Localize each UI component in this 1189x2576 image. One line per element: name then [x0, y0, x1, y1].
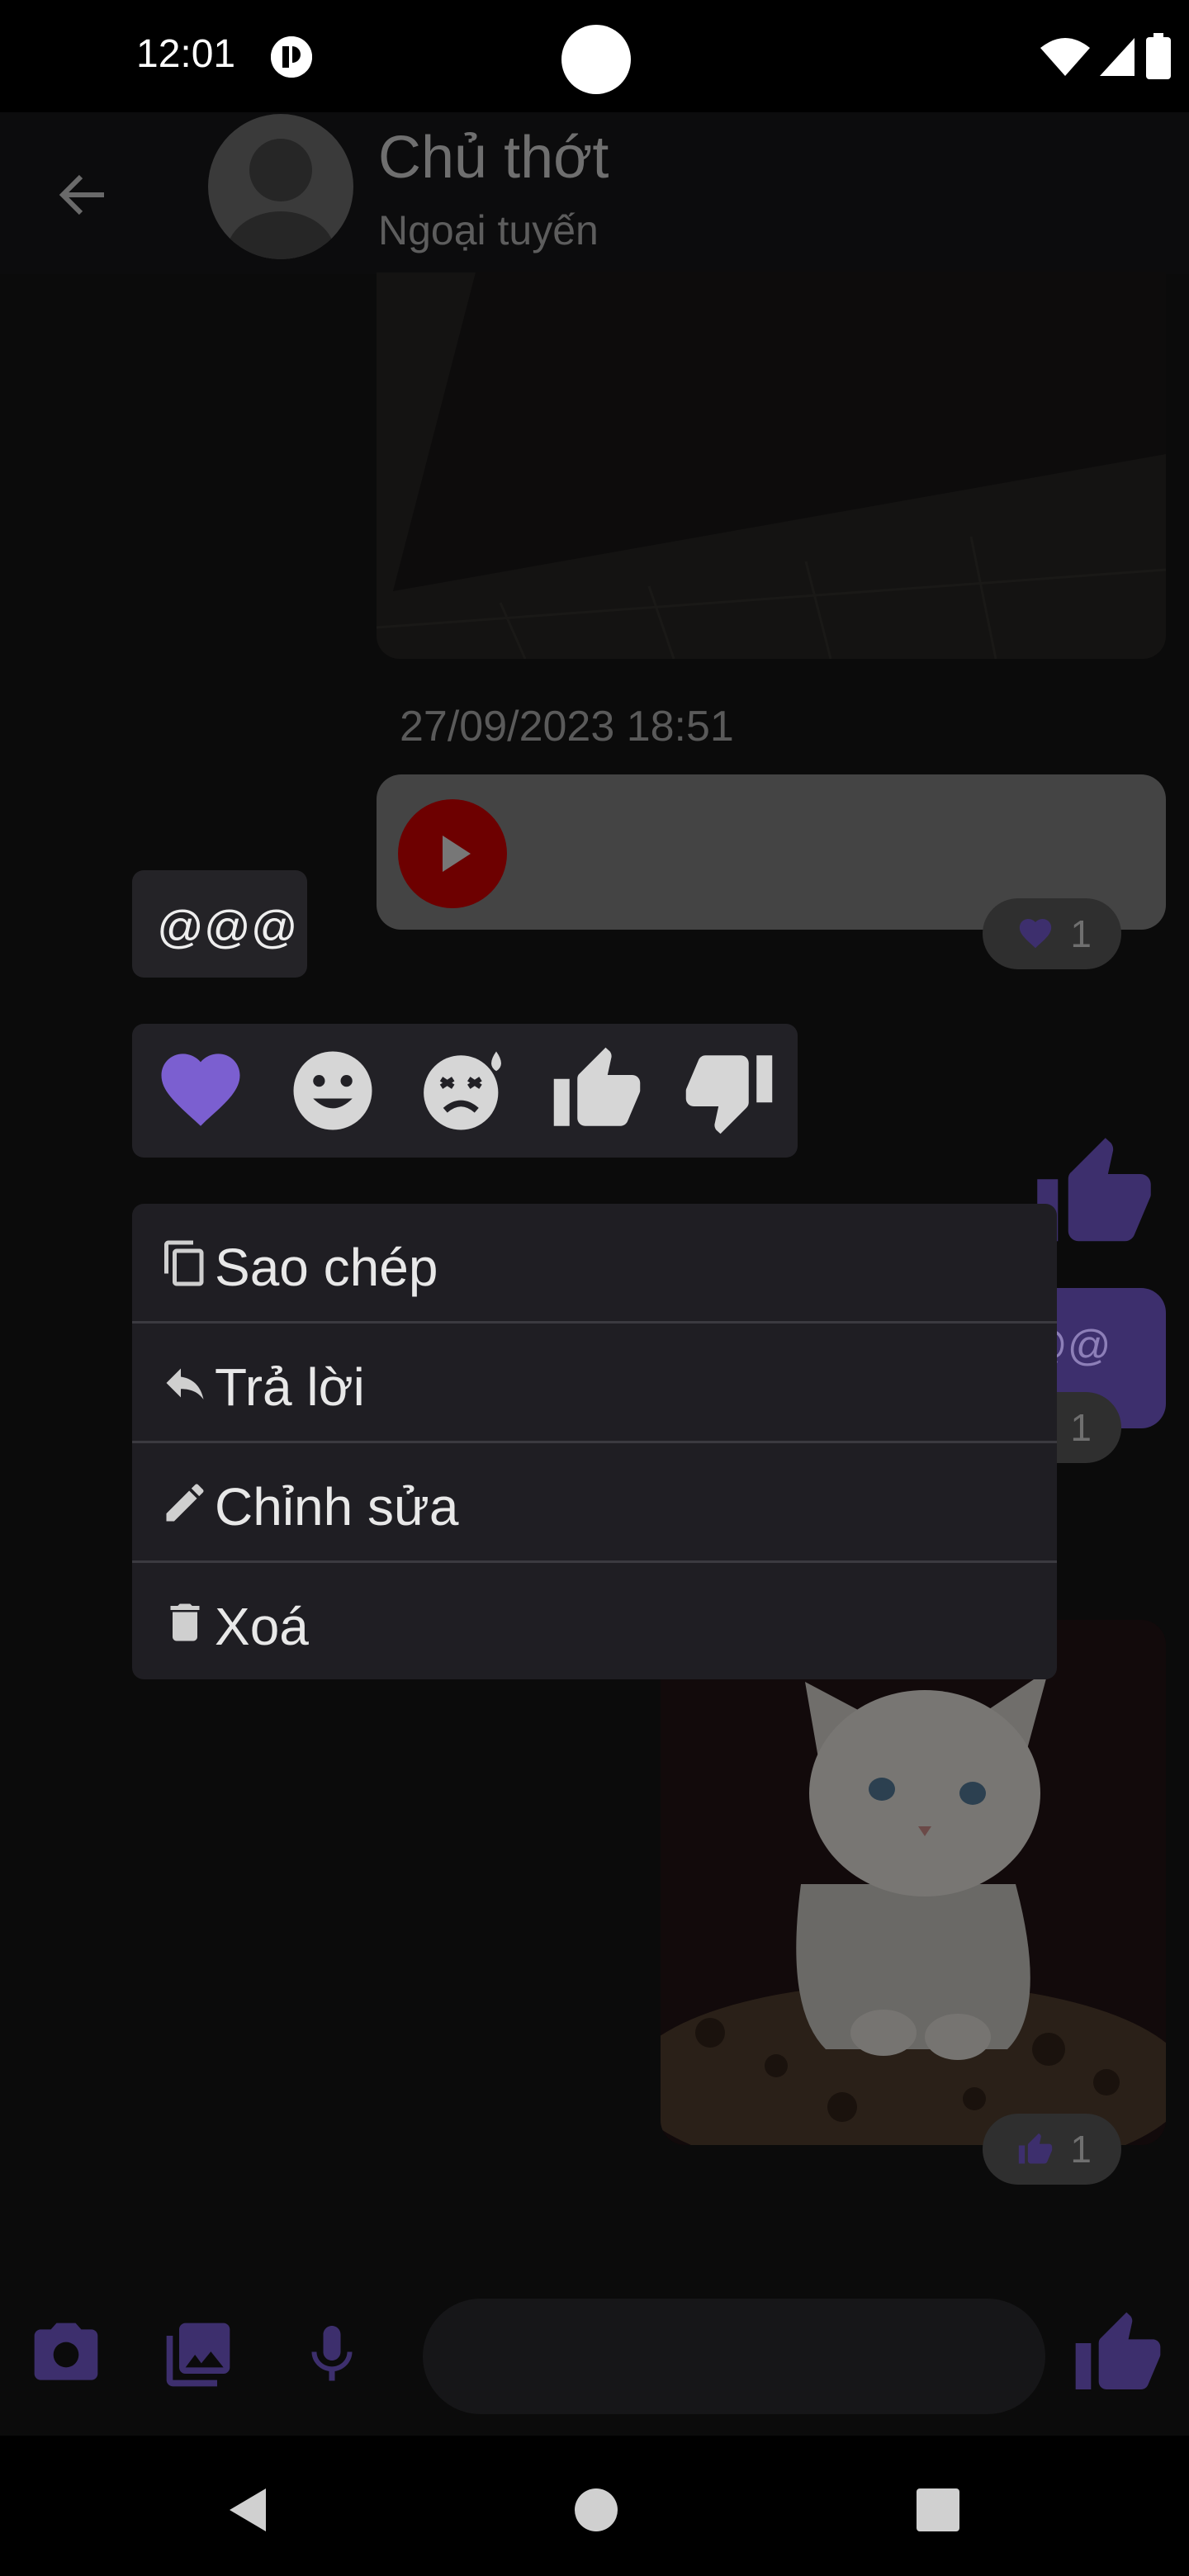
contact-status: Ngoại tuyến [378, 207, 599, 253]
nav-recents-icon[interactable] [915, 2487, 961, 2533]
contact-name: Chủ thớt [378, 125, 609, 191]
reaction-count: 1 [1070, 2128, 1092, 2171]
selected-message-text: @@@ [157, 901, 298, 953]
cat-image-message[interactable] [661, 1620, 1166, 2145]
reaction-chip[interactable]: 1 [983, 898, 1121, 969]
photo-image [377, 272, 1166, 659]
menu-item-copy[interactable]: Sao chép [132, 1204, 1057, 1323]
microphone-icon[interactable] [297, 2317, 367, 2393]
edit-icon [166, 1484, 204, 1522]
image-message[interactable] [377, 272, 1166, 659]
message-input[interactable] [423, 2299, 1045, 2414]
gallery-icon[interactable] [160, 2317, 236, 2393]
notification-app-icon [271, 36, 312, 78]
menu-item-edit[interactable]: Chỉnh sửa [132, 1443, 1057, 1562]
heart-icon[interactable] [154, 1044, 248, 1138]
heart-icon [1019, 918, 1052, 949]
smile-icon[interactable] [286, 1044, 380, 1138]
camera-cutout [561, 25, 631, 94]
context-menu: Sao chép Trả lời Chỉnh sửa Xoá [132, 1204, 1057, 1679]
thumbs-up-icon [1018, 2133, 1053, 2164]
cat-photo-image [661, 1620, 1166, 2145]
play-button[interactable] [398, 799, 507, 908]
reply-icon [166, 1368, 204, 1399]
play-icon [443, 836, 471, 872]
message-timestamp: 27/09/2023 18:51 [400, 703, 734, 751]
menu-item-label: Xoá [215, 1597, 309, 1656]
delete-icon [170, 1603, 200, 1641]
nav-back-icon[interactable] [225, 2485, 271, 2535]
menu-item-delete[interactable]: Xoá [132, 1563, 1057, 1682]
signal-icon [1100, 38, 1135, 76]
battery-icon [1146, 33, 1171, 79]
menu-item-label: Trả lời [215, 1357, 365, 1417]
menu-item-reply[interactable]: Trả lời [132, 1324, 1057, 1442]
avatar[interactable] [208, 114, 353, 259]
reaction-count: 1 [1070, 912, 1092, 955]
back-arrow-icon[interactable] [50, 162, 116, 228]
copy-icon [164, 1240, 204, 1286]
thumbs-down-icon[interactable] [682, 1044, 776, 1138]
reaction-count: 1 [1070, 1406, 1092, 1449]
menu-item-label: Sao chép [215, 1238, 438, 1297]
thumbs-up-icon[interactable] [1068, 2308, 1168, 2401]
person-icon [226, 139, 335, 259]
menu-item-label: Chỉnh sửa [215, 1477, 459, 1537]
wifi-icon [1040, 38, 1090, 76]
reaction-picker [132, 1024, 798, 1158]
reaction-chip[interactable]: 1 [983, 2114, 1121, 2185]
nav-home-icon[interactable] [573, 2487, 619, 2533]
camera-icon[interactable] [28, 2317, 104, 2393]
thumbs-up-icon[interactable] [550, 1044, 644, 1138]
sad-sweat-icon[interactable] [418, 1044, 512, 1138]
status-clock: 12:01 [136, 32, 236, 76]
